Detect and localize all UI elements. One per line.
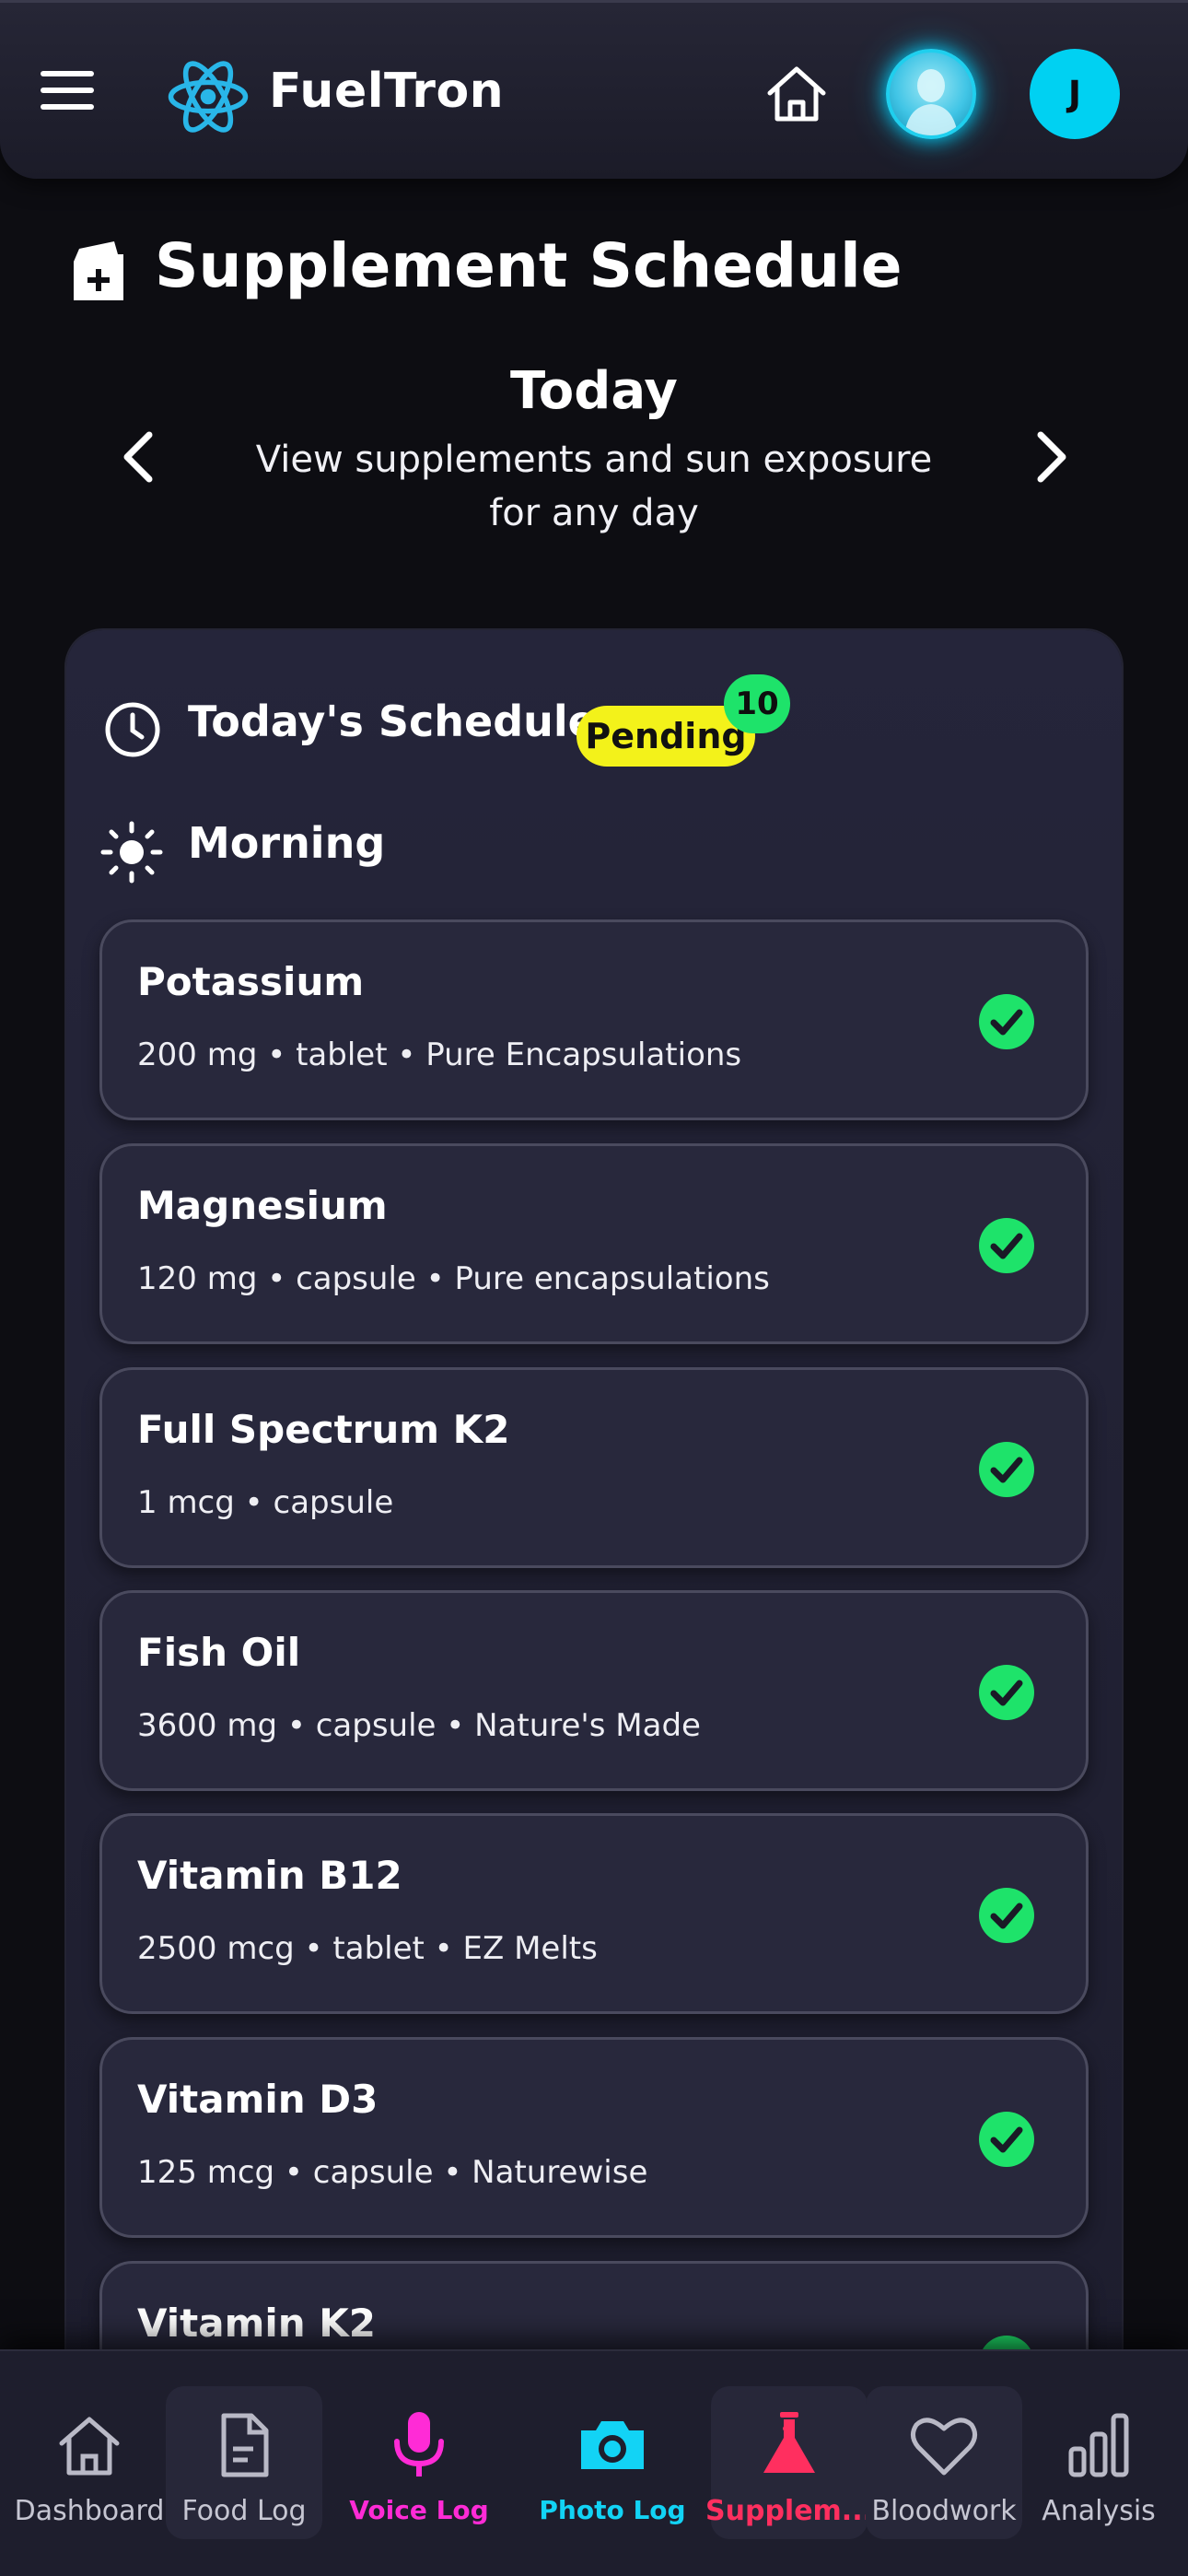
bar-chart-icon [1068, 2413, 1129, 2477]
section-label-morning: Morning [188, 818, 386, 868]
date-label: Today [510, 361, 678, 421]
menu-icon[interactable] [41, 71, 94, 115]
count-badge: 10 [724, 674, 790, 733]
supplement-item[interactable]: Magnesium 120 mg • capsule • Pure encaps… [99, 1143, 1089, 1344]
supplement-name: Vitamin D3 [137, 2077, 379, 2122]
nav-label: Food Log [181, 2495, 307, 2527]
supplement-item[interactable]: Vitamin B12 2500 mcg • tablet • EZ Melts [99, 1813, 1089, 2014]
nav-item-food-log[interactable]: Food Log [166, 2386, 322, 2539]
nav-label: Dashboard [14, 2495, 165, 2527]
pill-bottle-icon [74, 241, 123, 300]
user-avatar[interactable]: J [1030, 49, 1120, 139]
home-icon[interactable] [764, 62, 829, 126]
supplement-name: Potassium [137, 959, 365, 1004]
date-subtitle: View supplements and sun exposure for an… [255, 439, 933, 534]
nav-item-photo-log[interactable]: Photo Log [534, 2386, 691, 2539]
supplement-detail: 200 mg • tablet • Pure Encapsulations [137, 1036, 742, 1073]
supplement-detail: 1 mcg • capsule [137, 1484, 394, 1521]
check-circle-icon[interactable] [977, 2110, 1036, 2169]
nav-label: Analysis [1042, 2495, 1156, 2527]
supplement-item[interactable]: Potassium 200 mg • tablet • Pure Encapsu… [99, 919, 1089, 1120]
check-circle-icon[interactable] [977, 1216, 1036, 1275]
check-circle-icon[interactable] [977, 1440, 1036, 1499]
sun-icon [100, 821, 163, 884]
clock-icon [105, 702, 160, 757]
nav-item-supplements[interactable]: Supplem... [705, 2386, 873, 2539]
app-brand: FuelTron [269, 64, 505, 119]
supplement-name: Vitamin B12 [137, 1853, 402, 1898]
supplement-item[interactable]: Vitamin D3 125 mcg • capsule • Naturewis… [99, 2037, 1089, 2238]
supplement-name: Magnesium [137, 1183, 388, 1228]
supplement-name: Full Spectrum K2 [137, 1407, 510, 1452]
app-header: FuelTron J [0, 0, 1188, 179]
ai-figure-icon [904, 69, 958, 135]
home-icon [59, 2417, 120, 2476]
microphone-icon [394, 2412, 444, 2476]
nav-label: Bloodwork [871, 2495, 1017, 2527]
ai-assistant-avatar[interactable] [886, 49, 976, 139]
supplement-name: Vitamin K2 [137, 2301, 377, 2346]
nav-label: Photo Log [539, 2495, 686, 2525]
supplement-item[interactable]: Full Spectrum K2 1 mcg • capsule [99, 1367, 1089, 1568]
supplement-detail: 2500 mcg • tablet • EZ Melts [137, 1930, 598, 1967]
check-circle-icon[interactable] [977, 1886, 1036, 1945]
supplement-detail: 120 mg • capsule • Pure encapsulations [137, 1260, 770, 1297]
nav-item-dashboard[interactable]: Dashboard [11, 2386, 168, 2539]
supplement-name: Fish Oil [137, 1630, 301, 1675]
nav-item-voice-log[interactable]: Voice Log [341, 2386, 497, 2539]
heart-icon [911, 2418, 977, 2476]
chevron-left-icon[interactable] [118, 429, 157, 485]
page-title: Supplement Schedule [155, 230, 903, 301]
camera-icon [581, 2421, 644, 2469]
nav-label: Supplem... [705, 2495, 873, 2527]
nav-item-bloodwork[interactable]: Bloodwork [866, 2386, 1022, 2539]
check-circle-icon[interactable] [977, 1663, 1036, 1722]
atom-logo-icon [168, 61, 249, 133]
chevron-right-icon[interactable] [1033, 429, 1072, 485]
nav-label: Voice Log [349, 2495, 489, 2525]
supplement-item[interactable]: Fish Oil 3600 mg • capsule • Nature's Ma… [99, 1590, 1089, 1791]
check-circle-icon[interactable] [977, 992, 1036, 1051]
document-icon [221, 2413, 269, 2477]
schedule-title: Today's Schedule [188, 697, 597, 746]
supplement-detail: 125 mcg • capsule • Naturewise [137, 2154, 648, 2191]
nav-item-analysis[interactable]: Analysis [1020, 2386, 1177, 2539]
supplement-detail: 3600 mg • capsule • Nature's Made [137, 1707, 701, 1744]
flask-icon [763, 2412, 815, 2473]
